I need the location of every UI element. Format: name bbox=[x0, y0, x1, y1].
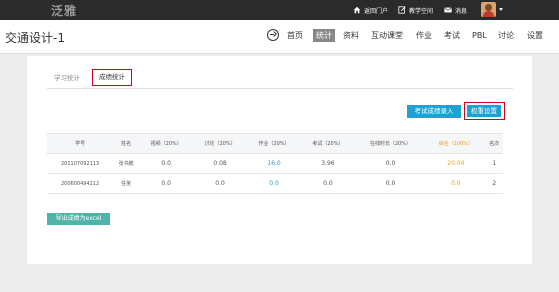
chevron-down-icon[interactable] bbox=[499, 8, 503, 11]
col-homework: 作业（20%） bbox=[247, 133, 301, 154]
cell-name: 任芜 bbox=[113, 173, 140, 194]
cell-overall: 20.04 bbox=[426, 153, 486, 174]
weight-settings-highlight: 权重设置 bbox=[464, 102, 505, 120]
cell-exam: 3.96 bbox=[300, 153, 355, 174]
nav-homework[interactable]: 作业 bbox=[416, 29, 432, 42]
col-overall: 综合（100%） bbox=[426, 133, 486, 154]
cell-rank: 2 bbox=[485, 173, 503, 194]
cell-video: 0.0 bbox=[139, 153, 194, 174]
weight-settings-button[interactable]: 权重设置 bbox=[467, 105, 501, 117]
teaching-space-label: 教学空间 bbox=[409, 7, 434, 15]
nav-pbl[interactable]: PBL bbox=[472, 29, 487, 42]
col-rank: 名次 bbox=[485, 133, 503, 154]
cell-homework[interactable]: 16.0 bbox=[247, 153, 301, 174]
cell-exam: 0.0 bbox=[300, 173, 355, 194]
teaching-space-link[interactable]: 教学空间 bbox=[398, 5, 433, 15]
nav-exam[interactable]: 考试 bbox=[444, 29, 460, 42]
cell-overall: 0.0 bbox=[426, 173, 486, 194]
cell-rank: 1 bbox=[485, 153, 503, 174]
arrow-right-circle-icon[interactable] bbox=[267, 29, 279, 41]
cell-discussion: 0.08 bbox=[193, 153, 248, 174]
table-row: 200600494212 任芜 0.0 0.0 0.0 0.0 0.0 0.0 … bbox=[47, 173, 503, 194]
nav-interactive-class[interactable]: 互动课堂 bbox=[371, 29, 403, 42]
tab-divider bbox=[47, 88, 513, 89]
app-logo[interactable]: 泛雅 bbox=[51, 2, 77, 19]
tab-grade-stats[interactable]: 成绩统计 bbox=[92, 69, 132, 86]
course-navbar: 交通设计-1 首页 统计 资料 互动课堂 作业 考试 PBL 讨论 设置 bbox=[0, 20, 559, 54]
col-exam: 考试（20%） bbox=[300, 133, 355, 154]
content-card: 学习统计 成绩统计 考试成绩录入 权重设置 学号 姓名 视频（20%） 讨论（2… bbox=[27, 56, 532, 264]
nav-statistics[interactable]: 统计 bbox=[313, 29, 335, 42]
tab-learning-stats[interactable]: 学习统计 bbox=[54, 72, 80, 82]
table-header-row: 学号 姓名 视频（20%） 讨论（20%） 作业（20%） 考试（20%） 在线… bbox=[47, 133, 503, 154]
cell-student-id: 201107092113 bbox=[47, 153, 114, 174]
cell-discussion: 0.0 bbox=[193, 173, 248, 194]
edit-icon bbox=[398, 6, 406, 14]
cell-video: 0.0 bbox=[139, 173, 194, 194]
grades-table: 学号 姓名 视频（20%） 讨论（20%） 作业（20%） 考试（20%） 在线… bbox=[47, 133, 503, 194]
nav-discussion[interactable]: 讨论 bbox=[498, 29, 514, 42]
nav-home[interactable]: 首页 bbox=[287, 29, 303, 42]
table-row: 201107092113 张书鹏 0.0 0.08 16.0 3.96 0.0 … bbox=[47, 153, 503, 174]
cell-name: 张书鹏 bbox=[113, 153, 140, 174]
col-online-time: 在线时长（20%） bbox=[354, 133, 427, 154]
col-student-id: 学号 bbox=[47, 133, 114, 154]
user-avatar[interactable] bbox=[481, 2, 496, 17]
col-video: 视频（20%） bbox=[139, 133, 194, 154]
col-discussion: 讨论（20%） bbox=[193, 133, 248, 154]
course-title: 交通设计-1 bbox=[5, 31, 65, 45]
exam-score-entry-button[interactable]: 考试成绩录入 bbox=[407, 105, 461, 118]
mail-icon bbox=[444, 7, 452, 13]
cell-student-id: 200600494212 bbox=[47, 173, 114, 194]
cell-online-time: 0.0 bbox=[354, 153, 427, 174]
nav-settings[interactable]: 设置 bbox=[527, 29, 543, 42]
portal-link-label: 返回门户 bbox=[364, 7, 389, 15]
nav-materials[interactable]: 资料 bbox=[343, 29, 359, 42]
messages-link[interactable]: 消息 bbox=[444, 5, 467, 15]
portal-link[interactable]: 返回门户 bbox=[353, 5, 388, 15]
cell-homework[interactable]: 0.0 bbox=[247, 173, 301, 194]
export-excel-button[interactable]: 导出成绩为excel bbox=[47, 213, 110, 225]
col-name: 姓名 bbox=[113, 133, 140, 154]
messages-label: 消息 bbox=[455, 7, 468, 15]
cell-online-time: 0.0 bbox=[354, 173, 427, 194]
home-icon bbox=[353, 6, 361, 14]
top-bar: 泛雅 返回门户 教学空间 消息 bbox=[0, 0, 559, 20]
